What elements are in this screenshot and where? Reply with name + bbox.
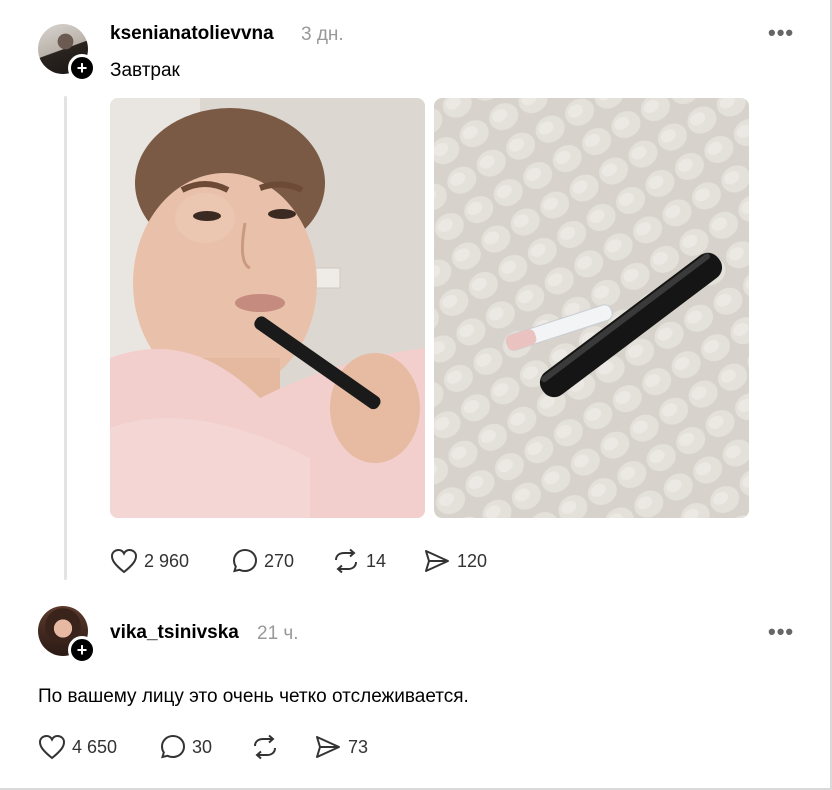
- post-text: По вашему лицу это очень четко отслежива…: [38, 686, 469, 707]
- repost-stat[interactable]: 14: [332, 548, 386, 574]
- heart-icon: [110, 548, 138, 574]
- post-username[interactable]: ksenianatolievvna: [110, 23, 274, 45]
- repost-stat[interactable]: [251, 734, 285, 760]
- post-photo-2[interactable]: [434, 98, 749, 518]
- like-count: 2 960: [144, 550, 190, 571]
- post-text: Завтрак: [110, 60, 180, 81]
- post-timestamp[interactable]: 21 ч.: [257, 623, 299, 645]
- like-count: 4 650: [72, 736, 118, 757]
- heart-icon: [38, 734, 66, 760]
- repost-icon: [254, 734, 276, 760]
- comment-stat[interactable]: 270: [232, 548, 294, 574]
- thread-line: [64, 96, 67, 580]
- share-stat[interactable]: 120: [423, 548, 487, 574]
- more-horizontal-icon[interactable]: •••: [768, 20, 794, 46]
- share-count: 120: [457, 550, 488, 571]
- repost-count: 14: [366, 550, 387, 571]
- share-stat[interactable]: 73: [314, 734, 368, 760]
- comment-count: 30: [192, 736, 213, 757]
- repost-icon: [335, 548, 357, 574]
- comment-stat[interactable]: 30: [160, 734, 212, 760]
- post-timestamp[interactable]: 3 дн.: [301, 24, 344, 46]
- send-icon: [316, 736, 340, 758]
- follow-plus-icon[interactable]: +: [68, 54, 96, 82]
- like-stat[interactable]: 2 960: [110, 548, 189, 574]
- follow-plus-icon[interactable]: +: [68, 636, 96, 664]
- like-stat[interactable]: 4 650: [38, 734, 117, 760]
- more-horizontal-icon[interactable]: •••: [768, 619, 794, 645]
- post-username[interactable]: vika_tsinivska: [110, 622, 239, 644]
- comment-icon: [232, 548, 258, 573]
- comment-count: 270: [264, 550, 295, 571]
- post-photo-1[interactable]: [110, 98, 425, 518]
- share-count: 73: [348, 736, 369, 757]
- send-icon: [425, 550, 449, 572]
- comment-icon: [160, 734, 186, 759]
